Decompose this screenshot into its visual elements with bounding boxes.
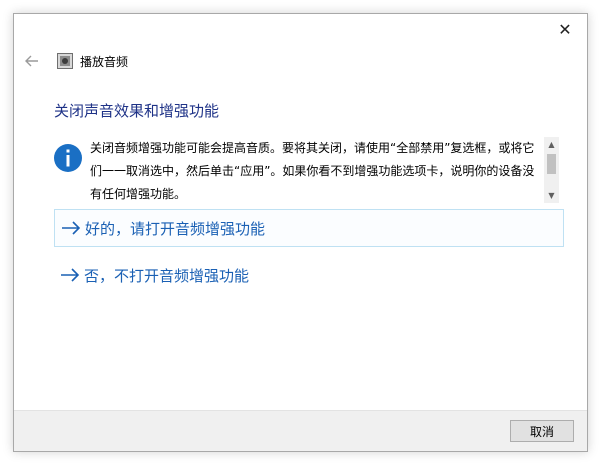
info-scrollbar[interactable]: ▲ ▼ xyxy=(544,137,559,203)
troubleshooter-window: ✕ 播放音频 关闭声音效果和增强功能 关闭音频增强功能可能会提高音质。要将其关闭… xyxy=(13,13,588,452)
scroll-up-icon[interactable]: ▲ xyxy=(544,137,559,152)
back-button[interactable] xyxy=(22,51,42,71)
scroll-thumb[interactable] xyxy=(547,154,556,174)
info-icon xyxy=(54,144,82,172)
info-panel: 关闭音频增强功能可能会提高音质。要将其关闭，请使用“全部禁用”复选框，或将它们一… xyxy=(54,137,559,203)
close-button[interactable]: ✕ xyxy=(543,14,587,44)
option-enable-enhancements[interactable]: 好的，请打开音频增强功能 xyxy=(54,209,564,247)
page-title: 关闭声音效果和增强功能 xyxy=(54,102,220,120)
speaker-troubleshooter-icon xyxy=(56,52,74,70)
title-row: 播放音频 xyxy=(22,50,537,72)
back-arrow-icon xyxy=(25,55,38,67)
option-label: 好的，请打开音频增强功能 xyxy=(85,219,266,238)
option-keep-disabled[interactable]: 否，不打开音频增强功能 xyxy=(54,256,564,294)
cancel-button[interactable]: 取消 xyxy=(510,420,574,442)
option-label: 否，不打开音频增强功能 xyxy=(84,266,250,285)
footer-bar: 取消 xyxy=(14,410,587,451)
info-text: 关闭音频增强功能可能会提高音质。要将其关闭，请使用“全部禁用”复选框，或将它们一… xyxy=(90,141,535,201)
close-icon: ✕ xyxy=(558,19,572,39)
right-arrow-icon xyxy=(61,268,80,282)
scroll-down-icon[interactable]: ▼ xyxy=(544,188,559,203)
app-title: 播放音频 xyxy=(80,54,129,69)
right-arrow-icon xyxy=(62,221,81,235)
